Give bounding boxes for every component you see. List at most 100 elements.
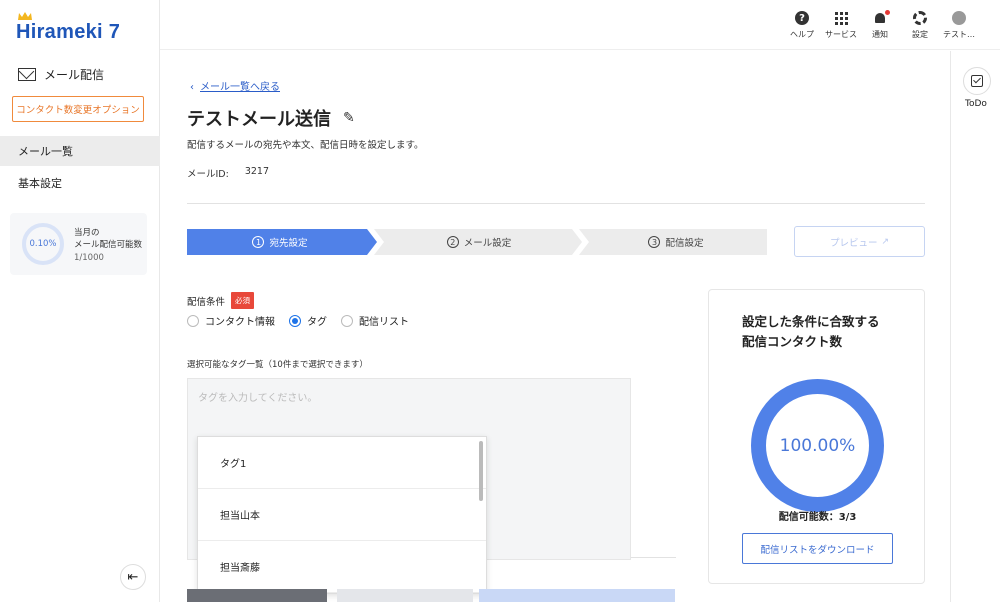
page-title-text: テストメール送信 — [187, 109, 331, 130]
divider — [631, 557, 676, 558]
dropdown-scrollbar[interactable] — [479, 441, 483, 501]
radio-contact-info[interactable]: コンタクト情報 — [187, 313, 275, 328]
footer-button-next[interactable] — [479, 589, 675, 602]
grid-icon — [834, 11, 848, 25]
sidebar-section-title: メール配信 — [18, 66, 104, 83]
gear-icon — [913, 11, 927, 25]
radio-label: コンタクト情報 — [205, 317, 275, 328]
bell-icon — [874, 9, 890, 25]
tag-option-label: 担当山本 — [220, 511, 260, 522]
mail-icon — [18, 68, 36, 81]
topbar-settings[interactable]: 設定 — [912, 10, 928, 40]
radio-delivery-list[interactable]: 配信リスト — [341, 313, 409, 328]
step-delivery[interactable]: 3 配信設定 — [585, 229, 767, 255]
matching-contacts-card: 設定した条件に合致する 配信コンタクト数 100.00% 配信可能数：3/3 配… — [708, 289, 925, 584]
topbar-help[interactable]: ? ヘルプ — [790, 10, 814, 40]
notification-dot — [885, 9, 890, 15]
sidebar-section-label: メール配信 — [44, 68, 105, 82]
tag-option[interactable]: 担当斎藤 — [198, 541, 486, 593]
user-icon — [952, 11, 966, 25]
step-label: メール設定 — [463, 238, 512, 249]
topbar-settings-label: 設定 — [912, 30, 928, 39]
external-link-icon: ↗ — [881, 236, 890, 247]
topbar-user[interactable]: テスト… — [943, 10, 975, 40]
tag-option-label: タグ1 — [220, 459, 247, 470]
right-rail: ToDo — [950, 51, 1000, 602]
help-icon: ? — [795, 11, 809, 25]
pencil-icon[interactable]: ✎ — [343, 110, 355, 126]
mail-id-label: メールID: — [187, 169, 229, 180]
crown-icon — [18, 12, 32, 20]
required-badge: 必須 — [231, 292, 255, 309]
topbar-services-label: サービス — [825, 30, 857, 39]
tag-input-placeholder: タグを入力してください。 — [198, 393, 318, 404]
page-title: テストメール送信 ✎ — [187, 105, 355, 131]
contact-option-button[interactable]: コンタクト数変更オプション — [12, 96, 144, 122]
step-number: 2 — [446, 236, 459, 248]
step-recipient[interactable]: 1 宛先設定 — [187, 229, 373, 255]
tag-dropdown: タグ1 担当山本 担当斎藤 — [197, 436, 487, 594]
main-content: ‹ メール一覧へ戻る テストメール送信 ✎ 配信するメールの宛先や本文、配信日時を… — [160, 51, 950, 602]
tag-list-label: 選択可能なタグ一覧（10件まで選択できます） — [187, 360, 368, 370]
sidebar-item-mail-list[interactable]: メール一覧 — [0, 136, 160, 166]
step-number: 1 — [252, 236, 265, 248]
radio-button[interactable] — [341, 314, 353, 327]
chevron-left-icon: ‹ — [190, 82, 194, 93]
quota-count: 1/1000 — [74, 253, 104, 263]
topbar-user-label: テスト… — [943, 30, 975, 39]
divider — [187, 203, 925, 204]
sidebar: Hirameki 7 メール配信 コンタクト数変更オプション メール一覧 基本設… — [0, 0, 160, 602]
step-number: 3 — [648, 236, 661, 248]
available-count: 配信可能数：3/3 — [778, 512, 857, 523]
mail-id: メールID: 3217 — [187, 166, 269, 180]
quota-label-line2: メール配信可能数 — [74, 240, 143, 250]
collapse-left-icon: ⇤ — [127, 569, 139, 585]
page-description: 配信するメールの宛先や本文、配信日時を設定します。 — [187, 140, 424, 151]
tag-option[interactable]: タグ1 — [198, 437, 486, 489]
matching-percent: 100.00% — [779, 435, 856, 456]
condition-label: 配信条件 必須 — [187, 292, 255, 309]
preview-label: プレビュー — [829, 237, 878, 249]
sidebar-item-label: 基本設定 — [18, 177, 62, 190]
radio-label: タグ — [307, 317, 327, 328]
quota-label-line1: 当月の — [74, 228, 100, 238]
radio-button-checked[interactable] — [289, 314, 301, 327]
sidebar-item-label: メール一覧 — [18, 145, 73, 158]
mail-quota-card: 0.10% 当月の メール配信可能数 1/1000 — [10, 213, 147, 275]
todo-button[interactable] — [963, 67, 991, 95]
app-logo[interactable]: Hirameki 7 — [16, 12, 121, 46]
tag-option-label: 担当斎藤 — [220, 563, 260, 574]
logo-text: Hirameki 7 — [16, 20, 121, 43]
topbar-help-label: ヘルプ — [790, 30, 814, 39]
condition-radio-group: コンタクト情報 タグ 配信リスト — [187, 313, 409, 328]
radio-tag[interactable]: タグ — [289, 313, 327, 328]
step-label: 配信設定 — [665, 238, 704, 249]
mail-id-value: 3217 — [244, 166, 270, 177]
step-mail[interactable]: 2 メール設定 — [379, 229, 579, 255]
sidebar-item-basic-settings[interactable]: 基本設定 — [0, 168, 160, 198]
stepper: 1 宛先設定 2 メール設定 3 配信設定 — [187, 229, 767, 255]
topbar: ? ヘルプ サービス 通知 設定 テスト… — [160, 0, 1000, 50]
back-link-label: メール一覧へ戻る — [200, 82, 280, 93]
tag-option[interactable]: 担当山本 — [198, 489, 486, 541]
matching-donut-chart: 100.00% — [751, 379, 884, 512]
download-list-button[interactable]: 配信リストをダウンロード — [742, 533, 893, 564]
condition-label-text: 配信条件 — [187, 296, 226, 308]
quota-label: 当月の メール配信可能数 — [74, 227, 142, 251]
radio-button[interactable] — [187, 314, 199, 327]
preview-button[interactable]: プレビュー ↗ — [794, 226, 925, 257]
topbar-notifications[interactable]: 通知 — [872, 9, 890, 40]
matching-title-line1: 設定した条件に合致する — [742, 314, 880, 329]
step-label: 宛先設定 — [269, 238, 308, 249]
checkbox-icon — [971, 75, 983, 87]
quota-ring: 0.10% — [22, 223, 64, 265]
topbar-notifications-label: 通知 — [872, 30, 888, 39]
collapse-sidebar-button[interactable]: ⇤ — [120, 564, 146, 590]
topbar-services[interactable]: サービス — [825, 10, 857, 40]
back-to-mail-list-link[interactable]: ‹ メール一覧へ戻る — [190, 78, 280, 93]
footer-button-save[interactable] — [337, 589, 473, 602]
todo-label: ToDo — [965, 99, 987, 109]
matching-title-line2: 配信コンタクト数 — [742, 334, 843, 349]
footer-button-back[interactable] — [187, 589, 327, 602]
radio-label: 配信リスト — [359, 317, 409, 328]
